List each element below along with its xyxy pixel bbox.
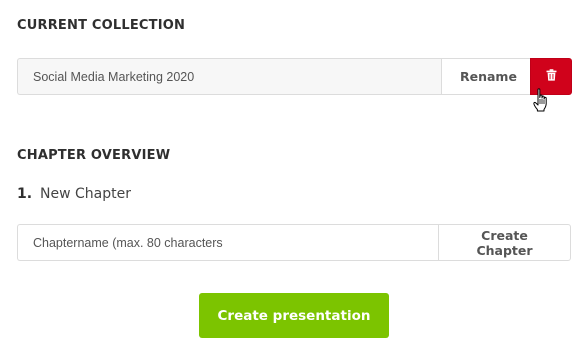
chapter-list-item[interactable]: 1. New Chapter: [17, 185, 131, 203]
chapter-name: New Chapter: [40, 186, 131, 202]
current-collection-heading: CURRENT COLLECTION: [17, 18, 186, 33]
chapter-overview-heading: CHAPTER OVERVIEW: [17, 148, 171, 163]
collection-name-input[interactable]: [17, 58, 441, 95]
trash-icon: [546, 69, 557, 84]
chapter-number: 1.: [17, 186, 33, 202]
chapter-name-input[interactable]: [17, 224, 438, 261]
create-presentation-button[interactable]: Create presentation: [199, 293, 389, 338]
new-chapter-group: Create Chapter: [17, 224, 571, 261]
rename-button[interactable]: Rename: [441, 58, 530, 95]
collection-name-group: Rename: [17, 58, 572, 95]
create-chapter-button[interactable]: Create Chapter: [438, 224, 571, 261]
delete-collection-button[interactable]: [530, 58, 572, 95]
